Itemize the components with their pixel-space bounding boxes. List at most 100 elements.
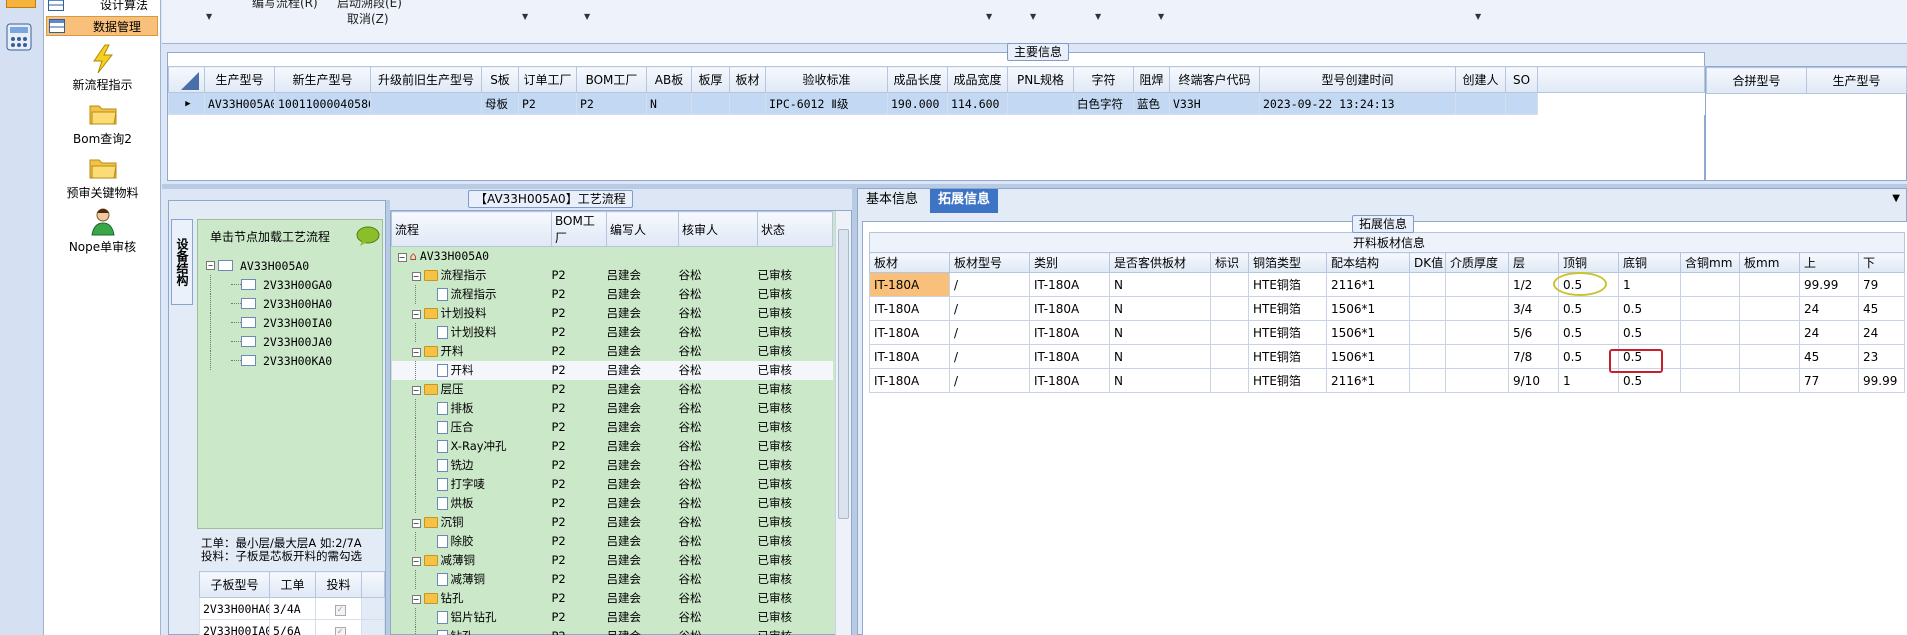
table-cell[interactable]: N xyxy=(1109,296,1211,321)
process-row[interactable]: 排板 P2 吕建会 谷松 已审核 xyxy=(392,398,833,418)
nav-item-key-material[interactable]: 预审关键物料 xyxy=(44,154,161,201)
table-cell[interactable]: HTE铜箔 xyxy=(1248,344,1327,369)
table-cell[interactable]: IT-180A xyxy=(869,272,950,297)
table-cell[interactable]: 3/4 xyxy=(1508,296,1559,321)
table-cell[interactable]: 99.99 xyxy=(1799,272,1859,297)
process-col-header[interactable]: 核审人 xyxy=(678,211,758,247)
table-cell[interactable] xyxy=(1409,320,1446,345)
collapse-icon[interactable]: − xyxy=(411,595,421,604)
table-cell[interactable]: 母板 xyxy=(481,92,519,115)
ext-col-header[interactable]: 上 xyxy=(1799,252,1859,273)
main-col-header[interactable]: PNL规格 xyxy=(1007,66,1074,93)
sub-col-header[interactable]: 子板型号 xyxy=(199,571,270,598)
ext-col-header[interactable]: 板mm xyxy=(1739,252,1800,273)
table-cell[interactable]: 114.600 xyxy=(947,92,1008,115)
table-cell[interactable]: 0.5 xyxy=(1558,320,1619,345)
table-cell[interactable]: 3/4A xyxy=(269,597,316,620)
dropdown-arrow-icon[interactable]: ▼ xyxy=(206,12,212,21)
main-col-header[interactable]: 升级前旧生产型号 xyxy=(370,66,482,93)
table-cell[interactable]: 5/6A xyxy=(269,619,316,635)
main-col-header[interactable]: 型号创建时间 xyxy=(1259,66,1456,93)
ext-col-header[interactable]: 含铜mm xyxy=(1680,252,1740,273)
main-col-header[interactable]: 创建人 xyxy=(1455,66,1506,93)
ext-col-header[interactable]: 铜箔类型 xyxy=(1248,252,1327,273)
sub-col-header[interactable]: 工单 xyxy=(269,571,316,598)
dropdown-arrow-icon[interactable]: ▼ xyxy=(1475,12,1481,21)
table-row[interactable]: IT-180A / IT-180A N HTE铜箔 1506*1 5/6 0.5 0.5 24 24 xyxy=(869,320,1905,345)
toolbar-label-write[interactable]: 编写流程(R) xyxy=(252,0,318,11)
feeding-checkbox-cell[interactable]: ✓ xyxy=(315,597,362,620)
calendar-icon[interactable] xyxy=(6,0,36,8)
table-cell[interactable]: IT-180A xyxy=(1029,344,1110,369)
table-cell[interactable] xyxy=(729,92,766,115)
table-row[interactable]: IT-180A / IT-180A N HTE铜箔 2116*1 1/2 0.5 1 99.99 7… xyxy=(869,272,1905,297)
table-cell[interactable]: P2 xyxy=(518,92,577,115)
main-col-header[interactable]: 字符 xyxy=(1073,66,1134,93)
table-row[interactable]: IT-180A / IT-180A N HTE铜箔 1506*1 7/8 0.5 0.5 45 23 xyxy=(869,344,1905,369)
table-cell[interactable]: 1506*1 xyxy=(1326,296,1410,321)
table-cell[interactable]: 24 xyxy=(1858,320,1905,345)
tab-extended-info[interactable]: 拓展信息 xyxy=(930,189,999,213)
process-row[interactable]: 减薄铜 P2 吕建会 谷松 已审核 xyxy=(392,569,833,589)
collapse-icon[interactable]: − xyxy=(411,386,421,395)
process-row[interactable]: 开料 P2 吕建会 谷松 已审核 xyxy=(391,360,833,380)
dropdown-arrow-icon[interactable]: ▼ xyxy=(986,12,992,21)
process-row[interactable]: 钻孔P2吕建会谷松已审核 xyxy=(392,626,833,635)
process-root-row[interactable]: − ⌂ AV33H005A0 xyxy=(392,247,833,266)
table-cell[interactable] xyxy=(1210,296,1249,321)
table-cell[interactable] xyxy=(1739,344,1800,369)
checkbox-icon[interactable]: ✓ xyxy=(334,605,346,616)
table-cell[interactable]: IT-180A xyxy=(869,296,950,321)
table-cell[interactable] xyxy=(1409,344,1446,369)
dropdown-arrow-icon[interactable]: ▼ xyxy=(584,12,590,21)
main-col-header[interactable]: 板厚 xyxy=(691,66,730,93)
table-cell[interactable]: P2 xyxy=(576,92,647,115)
merge-col-model[interactable]: 合拼型号 xyxy=(1706,67,1807,94)
device-structure-tab[interactable]: 设备结构 xyxy=(171,219,193,305)
table-cell[interactable]: AV33H005A0 xyxy=(204,92,275,115)
main-col-header[interactable]: 成品宽度 xyxy=(947,66,1008,93)
table-cell[interactable]: 1506*1 xyxy=(1326,344,1410,369)
process-row[interactable]: − 开料 P2 吕建会 谷松 已审核 xyxy=(392,342,833,361)
tree-child-node[interactable]: 2V33H00IA0 xyxy=(210,313,382,332)
process-row[interactable]: X-Ray冲孔 P2 吕建会 谷松 已审核 xyxy=(392,436,833,456)
table-cell[interactable] xyxy=(1409,368,1446,393)
table-cell[interactable] xyxy=(370,92,482,115)
tab-basic-info[interactable]: 基本信息 xyxy=(858,189,926,213)
ext-col-header[interactable]: 介质厚度 xyxy=(1445,252,1509,273)
table-cell[interactable]: 1/2 xyxy=(1508,272,1559,297)
table-cell[interactable]: IT-180A xyxy=(869,320,950,345)
collapse-icon[interactable]: − xyxy=(411,310,421,319)
ext-col-header[interactable]: 板材型号 xyxy=(949,252,1030,273)
table-cell[interactable] xyxy=(1445,368,1509,393)
table-cell[interactable] xyxy=(1210,344,1249,369)
table-cell[interactable] xyxy=(1409,296,1446,321)
process-row[interactable]: 计划投料 P2 吕建会 谷松 已审核 xyxy=(392,322,833,342)
table-cell[interactable] xyxy=(1680,272,1740,297)
table-cell[interactable] xyxy=(1739,272,1800,297)
process-row[interactable]: − 计划投料 P2 吕建会 谷松 已审核 xyxy=(392,304,833,323)
main-col-header[interactable]: 板材 xyxy=(729,66,766,93)
table-cell[interactable]: 7/8 xyxy=(1508,344,1559,369)
table-cell[interactable]: / xyxy=(949,272,1030,297)
main-col-header[interactable]: 验收标准 xyxy=(765,66,888,93)
ext-col-header[interactable]: 类别 xyxy=(1029,252,1110,273)
vertical-splitter[interactable] xyxy=(852,188,857,635)
table-cell[interactable]: 2V33H00HA0 xyxy=(199,597,270,620)
collapse-icon[interactable]: − xyxy=(206,261,215,270)
nav-item-nope-review[interactable]: Nope单审核 xyxy=(44,206,161,255)
table-cell[interactable]: / xyxy=(949,320,1030,345)
ext-col-header[interactable]: 是否客供板材 xyxy=(1109,252,1211,273)
tree-root-node[interactable]: − AV33H005A0 xyxy=(206,256,382,275)
process-row[interactable]: 压合 P2 吕建会 谷松 已审核 xyxy=(392,417,833,437)
process-row[interactable]: 铝片钻孔 P2 吕建会 谷松 已审核 xyxy=(392,607,833,627)
table-row[interactable]: IT-180A / IT-180A N HTE铜箔 2116*1 9/10 1 0.5 77 99.… xyxy=(869,368,1905,393)
table-cell[interactable]: N xyxy=(1109,272,1211,297)
table-cell[interactable]: 0.5 xyxy=(1618,320,1681,345)
table-cell[interactable] xyxy=(1007,92,1074,115)
ext-col-header[interactable]: 板材 xyxy=(869,252,950,273)
table-cell[interactable]: 0.5 xyxy=(1618,296,1681,321)
table-cell[interactable]: 99.99 xyxy=(1858,368,1905,393)
table-cell[interactable]: 0.5 xyxy=(1558,296,1619,321)
table-row[interactable]: 2V33H00IA0 5/6A ✓ xyxy=(199,619,385,635)
